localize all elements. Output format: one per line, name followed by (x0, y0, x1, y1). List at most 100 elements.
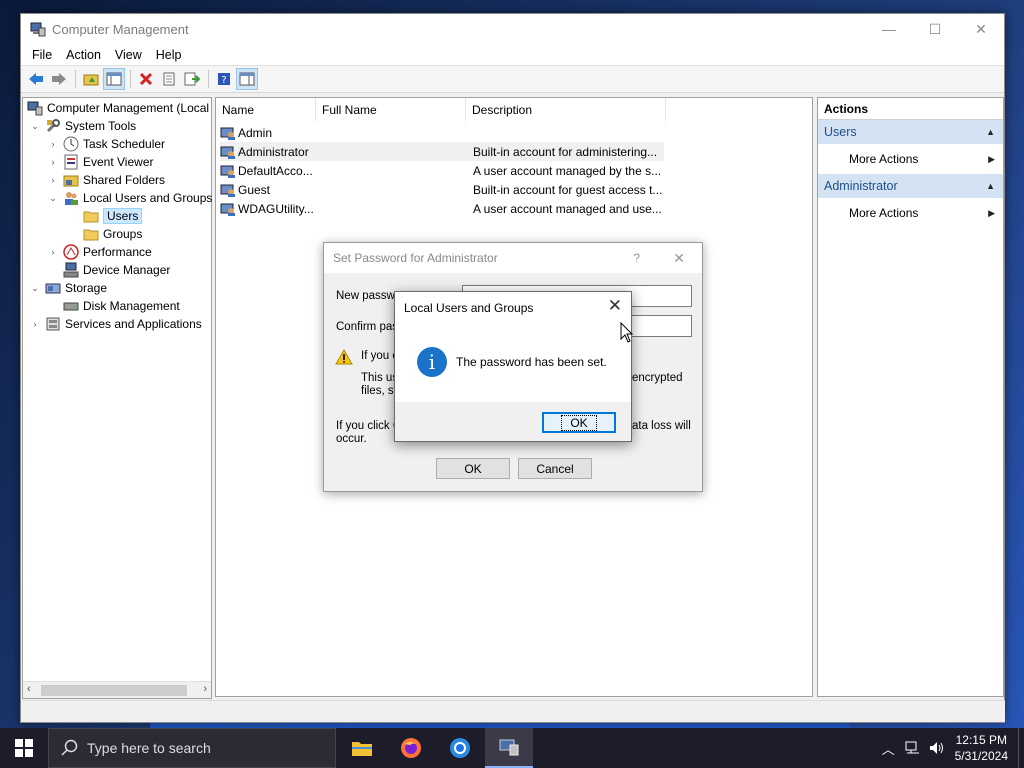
collapse-chevron-icon[interactable]: ⌄ (29, 283, 41, 294)
column-header-name[interactable]: Name (216, 98, 316, 121)
expand-chevron-icon[interactable]: › (47, 175, 59, 185)
list-header: Name Full Name Description (216, 98, 812, 122)
help-question-icon[interactable]: ? (633, 243, 640, 273)
tree-horizontal-scrollbar[interactable]: ‹ › (23, 681, 211, 698)
search-placeholder: Type here to search (87, 740, 211, 756)
expand-chevron-icon[interactable]: › (47, 247, 59, 257)
computer-management-icon (499, 739, 519, 756)
menu-help[interactable]: Help (149, 48, 189, 62)
forward-button[interactable] (48, 68, 70, 90)
tree-item-computer-management[interactable]: Computer Management (Local (27, 99, 209, 117)
submenu-arrow-icon: ▶ (988, 208, 995, 218)
column-header-full-name[interactable]: Full Name (316, 98, 466, 121)
export-list-button[interactable] (181, 68, 203, 90)
tree-item-system-tools[interactable]: ⌄ System Tools (29, 117, 136, 135)
tree-item-task-scheduler[interactable]: › Task Scheduler (47, 135, 165, 153)
column-header-description[interactable]: Description (466, 98, 666, 121)
taskbar-computer-management[interactable] (485, 728, 533, 768)
menu-view[interactable]: View (108, 48, 149, 62)
dialog-cancel-button[interactable]: Cancel (518, 458, 592, 479)
tree-item-local-users-and-groups[interactable]: ⌄ Local Users and Groups (47, 189, 212, 207)
warning-icon (335, 349, 353, 365)
message-box-close-icon[interactable]: ✕ (608, 296, 622, 316)
tree-item-disk-management[interactable]: Disk Management (63, 297, 180, 315)
more-actions-administrator[interactable]: More Actions ▶ (818, 198, 1003, 228)
taskbar-file-explorer[interactable] (338, 728, 386, 768)
delete-button[interactable] (135, 68, 157, 90)
status-bar (22, 700, 1005, 722)
maximize-button[interactable]: ☐ (912, 14, 958, 44)
actions-group-administrator[interactable]: Administrator ▲ (818, 174, 1003, 198)
title-bar[interactable]: Computer Management — ☐ ✕ (21, 14, 1004, 44)
back-button[interactable] (25, 68, 47, 90)
tree-item-groups[interactable]: Groups (83, 225, 142, 243)
expand-chevron-icon[interactable]: › (47, 139, 59, 149)
properties-button[interactable] (158, 68, 180, 90)
user-name: Guest (238, 182, 271, 197)
tree-item-device-manager[interactable]: Device Manager (63, 261, 170, 279)
scroll-left-arrow-icon[interactable]: ‹ (27, 683, 31, 695)
user-description: A user account managed and use... (473, 201, 662, 216)
show-hide-tree-button[interactable] (103, 68, 125, 90)
list-item-wdagutility[interactable]: WDAGUtility... A user account managed an… (220, 199, 664, 218)
start-button[interactable] (0, 728, 48, 768)
disk-icon (63, 302, 79, 311)
expand-chevron-icon[interactable]: › (47, 157, 59, 167)
tree-item-shared-folders[interactable]: › Shared Folders (47, 171, 166, 189)
show-desktop-button[interactable] (1018, 728, 1024, 768)
close-button[interactable]: ✕ (958, 14, 1004, 44)
users-groups-icon (65, 192, 78, 205)
taskbar-search-box[interactable]: Type here to search (48, 728, 336, 768)
search-icon (61, 739, 78, 756)
scroll-right-arrow-icon[interactable]: › (203, 683, 207, 695)
user-name: Admin (238, 125, 273, 140)
list-item-guest[interactable]: Guest Built-in account for guest access … (220, 180, 664, 199)
show-hidden-icons-chevron-icon[interactable]: ︿ (882, 739, 895, 758)
more-actions-users[interactable]: More Actions ▶ (818, 144, 1003, 174)
dialog-title-bar[interactable]: Set Password for Administrator ? ✕ (324, 243, 702, 273)
forward-arrow-icon (52, 73, 66, 85)
tree-item-label: Services and Applications (65, 317, 202, 331)
console-tree: Computer Management (Local ⌄ System Tool… (22, 97, 212, 699)
taskbar-clock[interactable]: 12:15 PM 5/31/2024 (955, 732, 1008, 764)
collapse-caret-icon[interactable]: ▲ (986, 120, 995, 144)
user-name: DefaultAcco... (238, 163, 313, 178)
actions-group-users[interactable]: Users ▲ (818, 120, 1003, 144)
device-manager-icon (63, 262, 79, 278)
message-ok-button[interactable]: OK (542, 412, 616, 433)
volume-icon[interactable] (929, 741, 945, 755)
tree-item-storage[interactable]: ⌄ Storage (29, 279, 107, 297)
taskbar-chrome[interactable] (436, 728, 484, 768)
up-folder-button[interactable] (80, 68, 102, 90)
taskbar-firefox[interactable] (387, 728, 435, 768)
computer-management-icon (30, 22, 46, 37)
list-item-admin[interactable]: Admin (220, 123, 664, 142)
help-button[interactable]: ? (213, 68, 235, 90)
dialog-ok-button[interactable]: OK (436, 458, 510, 479)
menu-action[interactable]: Action (59, 48, 108, 62)
dataloss-text-line1: If you click C (336, 420, 402, 432)
performance-icon (63, 244, 79, 260)
tree-item-services-and-applications[interactable]: › Services and Applications (29, 315, 202, 333)
tree-item-performance[interactable]: › Performance (47, 243, 152, 261)
list-item-defaultaccount[interactable]: DefaultAcco... A user account managed by… (220, 161, 664, 180)
user-icon (220, 184, 235, 197)
collapse-chevron-icon[interactable]: ⌄ (47, 193, 59, 204)
tree-item-label: Performance (83, 245, 152, 259)
tree-item-users[interactable]: Users (83, 207, 143, 225)
action-pane-icon (239, 72, 255, 86)
collapse-caret-icon[interactable]: ▲ (986, 174, 995, 198)
collapse-chevron-icon[interactable]: ⌄ (29, 121, 41, 132)
tree-item-event-viewer[interactable]: › Event Viewer (47, 153, 153, 171)
tree-item-label: Storage (65, 281, 108, 295)
expand-chevron-icon[interactable]: › (29, 319, 41, 329)
scrollbar-thumb[interactable] (41, 685, 187, 696)
minimize-button[interactable]: — (866, 14, 912, 44)
show-hide-action-pane-button[interactable] (236, 68, 258, 90)
menu-file[interactable]: File (25, 48, 59, 62)
list-item-administrator[interactable]: Administrator Built-in account for admin… (220, 142, 664, 161)
taskbar: Type here to search ︿ 12:15 PM 5/31/2024 (0, 728, 1024, 768)
dialog-title: Set Password for Administrator (333, 251, 498, 265)
network-icon[interactable] (905, 741, 921, 755)
dialog-close-icon[interactable]: ✕ (673, 243, 685, 273)
